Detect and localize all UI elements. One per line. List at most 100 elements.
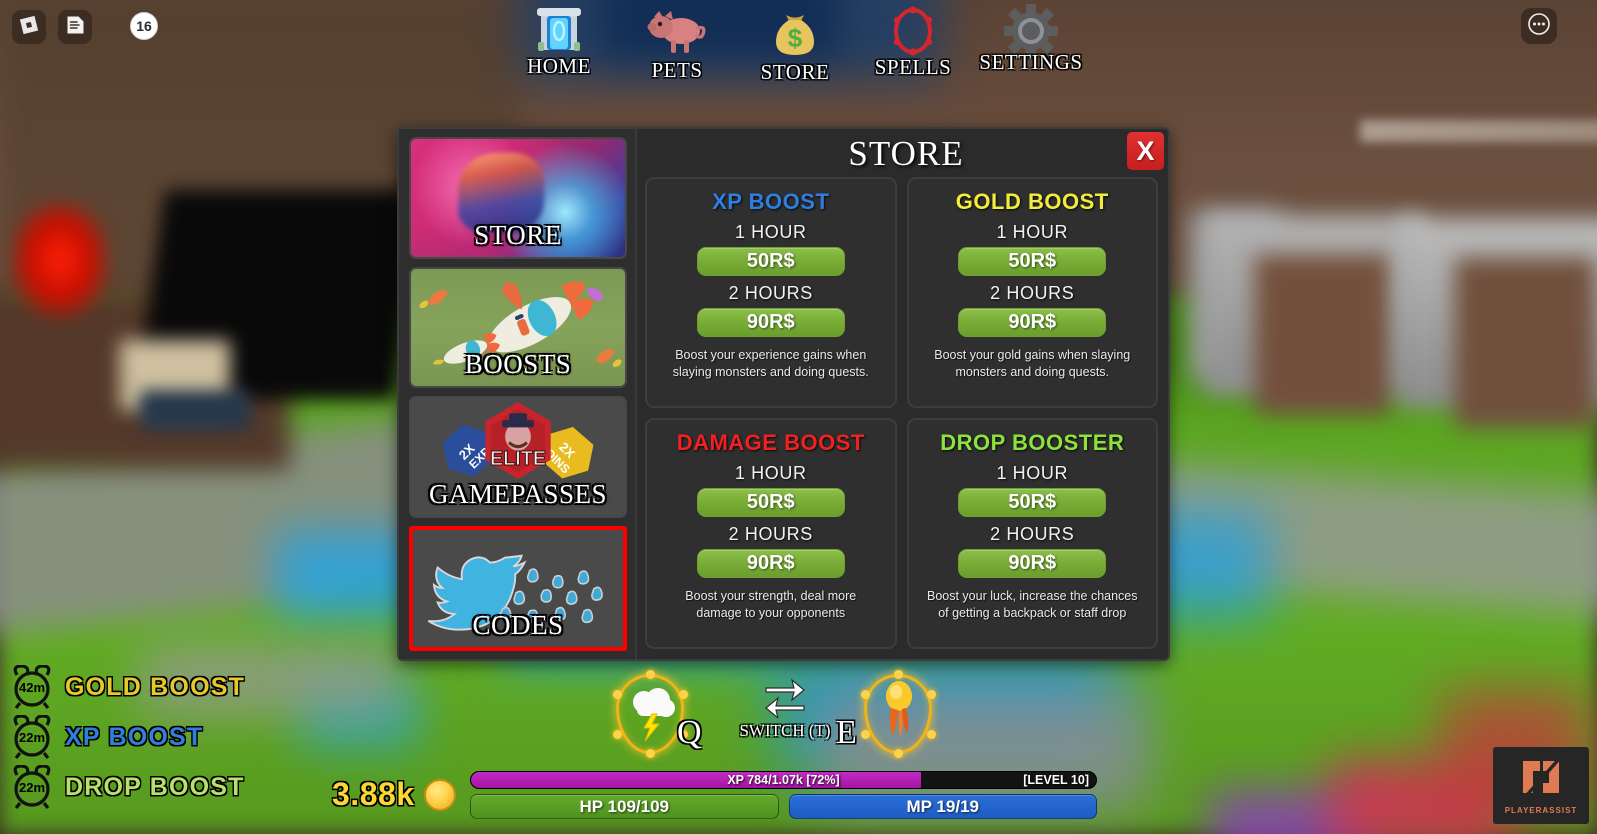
buy-button-drop-1hour[interactable]: 50R$	[958, 488, 1107, 517]
buy-button-drop-2hours[interactable]: 90R$	[958, 549, 1107, 578]
watermark-text: PLAYERASSIST	[1504, 805, 1578, 815]
pig-icon	[647, 6, 707, 56]
spell-slot-e[interactable]: E	[836, 668, 944, 760]
roblox-logo-icon	[19, 15, 39, 40]
card-description-gold: Boost your gold gains when slaying monst…	[934, 348, 1131, 379]
spell-rune-icon	[888, 6, 938, 56]
buy-button-damage-1hour[interactable]: 50R$	[696, 488, 845, 517]
sidebar-item-boosts[interactable]: BOOSTS	[409, 266, 627, 388]
nav-item-settings[interactable]: SETTINGS	[972, 4, 1090, 88]
nav-item-spells[interactable]: SPELLS	[854, 4, 972, 88]
alarm-clock-icon: 22m	[8, 764, 56, 809]
active-boost-timers: 42m GOLD BOOST 22m XP BOOST 22m DROP BOO…	[8, 662, 338, 812]
spell-hud: Q SWITCH (T) E	[604, 668, 964, 763]
playerassist-watermark: PLAYERASSIST	[1493, 747, 1589, 824]
card-title-drop: DROP BOOSTER	[940, 430, 1125, 455]
sidebar-item-store[interactable]: STORE	[409, 137, 627, 259]
xp-bar-text: XP 784/1.07k [72%]	[727, 773, 840, 787]
bg-npc-legs	[140, 390, 250, 430]
lightning-cloud-icon	[628, 684, 678, 747]
sidebar-label-codes: CODES	[472, 610, 564, 640]
fire-meteor-icon	[882, 680, 916, 747]
ring-node	[646, 749, 655, 758]
svg-text:ELITE: ELITE	[490, 448, 546, 470]
timer-row-gold-boost: 42m GOLD BOOST	[8, 662, 338, 712]
bg-stone-arch-1-inner	[1255, 255, 1390, 415]
boost-card-gold: GOLD BOOST 1 HOUR 50R$ 2 HOURS 90R$ Boos…	[906, 177, 1158, 408]
mp-bar: MP 19/19	[788, 794, 1097, 819]
boost-cards-grid: XP BOOST 1 HOUR 50R$ 2 HOURS 90R$ Boost …	[637, 129, 1168, 659]
ring-node	[861, 730, 870, 739]
ring-node	[927, 730, 936, 739]
timer-label-xp: XP BOOST	[65, 722, 204, 751]
boost-card-drop: DROP BOOSTER 1 HOUR 50R$ 2 HOURS 90R$ Bo…	[906, 418, 1158, 649]
spell-switch-control[interactable]: SWITCH (T)	[724, 676, 846, 741]
card-title-gold: GOLD BOOST	[955, 189, 1109, 214]
close-button[interactable]: X	[1127, 132, 1164, 170]
bg-world-sign	[1360, 120, 1597, 142]
sidebar-label-gamepasses: GAMEPASSES	[428, 478, 608, 509]
chat-list-icon	[66, 15, 85, 40]
chat-unread-badge: 16	[130, 12, 158, 40]
svg-text:$: $	[788, 23, 803, 53]
nav-label-spells: SPELLS	[874, 55, 952, 79]
gold-coin-icon	[423, 778, 456, 811]
roblox-home-button[interactable]	[12, 10, 46, 44]
hp-bar: HP 109/109	[470, 794, 779, 819]
nav-label-home: HOME	[527, 54, 591, 78]
bg-red-light	[10, 200, 110, 320]
store-panel: STORE X STORE BOOSTS 2X EXP 2X COINS ELI…	[397, 127, 1170, 661]
ring-node	[861, 690, 870, 699]
card-title-xp: XP BOOST	[712, 189, 830, 214]
gear-icon	[1004, 4, 1058, 58]
nav-label-pets: PETS	[651, 58, 703, 82]
card-description-xp: Boost your experience gains when slaying…	[672, 348, 869, 379]
sidebar-item-codes[interactable]: CODES	[409, 525, 627, 651]
portal-icon	[535, 6, 583, 56]
card-duration-1-gold: 1 HOUR	[996, 222, 1069, 242]
boost-card-damage: DAMAGE BOOST 1 HOUR 50R$ 2 HOURS 90R$ Bo…	[645, 418, 897, 649]
player-level-text: [LEVEL 10]	[1023, 773, 1089, 787]
gold-counter: 3.88k	[332, 776, 456, 813]
bg-stone-arch-2-inner	[1455, 258, 1595, 428]
nav-item-home[interactable]: HOME	[500, 4, 618, 88]
timer-label-drop: DROP BOOST	[65, 772, 245, 801]
nav-label-settings: SETTINGS	[979, 50, 1083, 74]
card-duration-1-damage: 1 HOUR	[734, 463, 807, 483]
card-duration-1-drop: 1 HOUR	[996, 463, 1069, 483]
switch-arrows-icon	[762, 678, 808, 722]
gold-amount: 3.88k	[332, 776, 415, 812]
ring-node	[894, 749, 903, 758]
spell-key-q: Q	[677, 714, 702, 751]
spell-slot-q[interactable]: Q	[604, 668, 702, 760]
playerassist-logo-icon	[1519, 757, 1563, 802]
card-duration-2-damage: 2 HOURS	[728, 524, 813, 544]
page-title: STORE	[848, 134, 964, 173]
buy-button-xp-2hours[interactable]: 90R$	[696, 308, 845, 337]
nav-label-store: STORE	[760, 60, 830, 84]
player-stat-bars: XP 784/1.07k [72%] [LEVEL 10] HP 109/109…	[470, 771, 1097, 819]
alarm-clock-icon: 22m	[8, 714, 56, 759]
nav-item-store[interactable]: $ STORE	[736, 4, 854, 88]
boost-card-xp: XP BOOST 1 HOUR 50R$ 2 HOURS 90R$ Boost …	[645, 177, 897, 408]
card-description-damage: Boost your strength, deal more damage to…	[685, 589, 857, 620]
buy-button-gold-2hours[interactable]: 90R$	[958, 308, 1107, 337]
ring-node	[646, 670, 655, 679]
ring-node	[613, 690, 622, 699]
nav-item-pets[interactable]: PETS	[618, 4, 736, 88]
buy-button-damage-2hours[interactable]: 90R$	[696, 549, 845, 578]
card-duration-2-xp: 2 HOURS	[728, 283, 813, 303]
money-bag-icon: $	[770, 6, 820, 56]
sidebar-item-gamepasses[interactable]: 2X EXP 2X COINS ELITE GAMEPASSES	[409, 396, 627, 518]
ring-node	[894, 670, 903, 679]
top-navigation: HOME PETS $ STORE SPELLS SETTINGS	[495, 4, 1095, 88]
timer-value-drop: 22m	[18, 779, 46, 795]
xp-bar: XP 784/1.07k [72%] [LEVEL 10]	[470, 771, 1097, 789]
buy-button-xp-1hour[interactable]: 50R$	[696, 247, 845, 276]
roblox-more-button[interactable]	[1521, 8, 1557, 44]
card-description-drop: Boost your luck, increase the chances of…	[926, 589, 1138, 620]
card-title-damage: DAMAGE BOOST	[676, 430, 865, 455]
card-duration-2-drop: 2 HOURS	[990, 524, 1075, 544]
roblox-chat-button[interactable]: 16	[58, 10, 158, 44]
buy-button-gold-1hour[interactable]: 50R$	[958, 247, 1107, 276]
